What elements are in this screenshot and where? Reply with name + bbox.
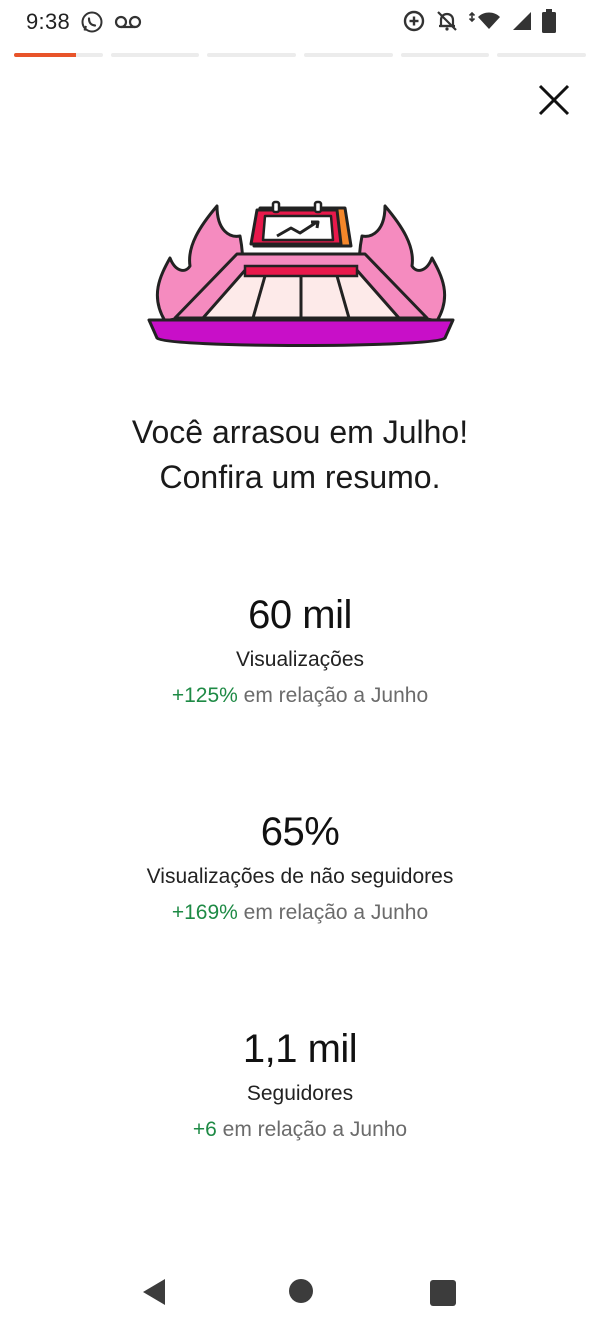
system-nav-bar: [0, 1262, 600, 1322]
stat-followers: 1,1 mil Seguidores +6 em relação a Junho: [0, 1024, 600, 1144]
home-button[interactable]: [288, 1278, 314, 1309]
stat-non-follower-views: 65% Visualizações de não seguidores +169…: [0, 807, 600, 927]
trending-calendar-illustration: [145, 196, 457, 356]
status-bar: 9:38: [0, 0, 600, 46]
progress-segment: [497, 53, 587, 57]
stat-label: Visualizações de não seguidores: [146, 865, 454, 888]
stat-delta: +6: [192, 1118, 217, 1141]
headline-line-1: Você arrasou em Julho!: [131, 414, 469, 450]
progress-segment: [207, 53, 297, 57]
recents-button[interactable]: [430, 1280, 456, 1311]
stat-change: +169% em relação a Junho: [0, 899, 600, 927]
wifi-icon: [468, 9, 502, 33]
notifications-off-icon: [435, 9, 459, 33]
close-icon: [538, 84, 570, 116]
stat-value: 65%: [260, 810, 340, 854]
stat-comparison: em relação a Junho: [237, 684, 429, 707]
summary-headline: Você arrasou em Julho! Confira um resumo…: [0, 410, 600, 500]
stat-change: +6 em relação a Junho: [0, 1116, 600, 1144]
battery-icon: [542, 9, 556, 33]
back-icon: [143, 1279, 165, 1305]
status-time: 9:38: [26, 9, 71, 34]
data-saver-icon: [402, 9, 426, 33]
whatsapp-icon: [80, 10, 104, 34]
stat-delta: +169%: [171, 901, 238, 924]
stat-comparison: em relação a Junho: [216, 1118, 408, 1141]
stat-comparison: em relação a Junho: [237, 901, 429, 924]
stat-value: 60 mil: [248, 593, 352, 637]
progress-segment: [14, 53, 103, 57]
stat-change: +125% em relação a Junho: [0, 682, 600, 710]
stat-delta: +125%: [171, 684, 238, 707]
story-progress: [14, 53, 587, 57]
stat-value: 1,1 mil: [242, 1027, 358, 1071]
voicemail-icon: [114, 14, 142, 30]
back-button[interactable]: [141, 1278, 167, 1311]
recents-icon: [430, 1280, 456, 1306]
home-icon: [289, 1279, 313, 1303]
stat-label: Visualizações: [235, 648, 365, 671]
progress-segment: [304, 53, 393, 57]
progress-segment: [400, 53, 490, 57]
signal-icon: [511, 10, 533, 32]
progress-segment: [110, 53, 200, 57]
stat-views: 60 mil Visualizações +125% em relação a …: [0, 590, 600, 710]
stat-label: Seguidores: [246, 1082, 354, 1105]
headline-line-2: Confira um resumo.: [159, 459, 441, 495]
close-button[interactable]: [534, 80, 574, 120]
